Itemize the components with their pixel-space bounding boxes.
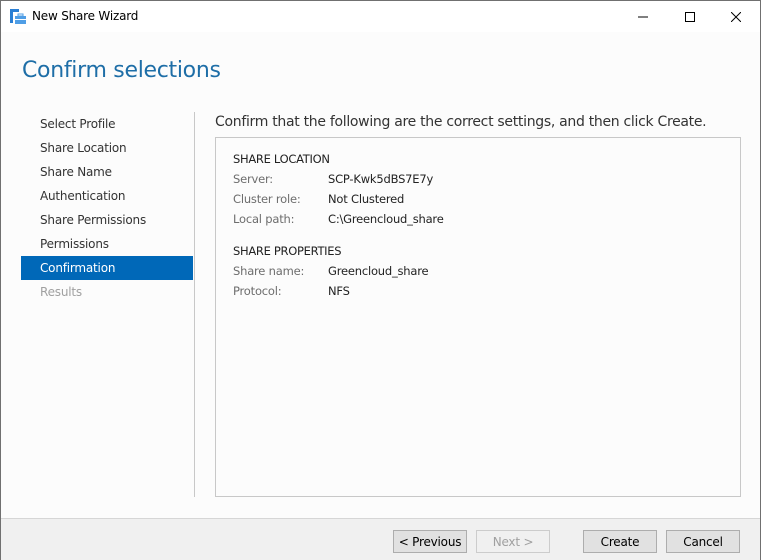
- next-button: Next >: [476, 530, 550, 553]
- wizard-footer: < Previous Next > Create Cancel: [1, 518, 760, 560]
- wizard-steps-nav: Select Profile Share Location Share Name…: [21, 112, 193, 304]
- share-folder-icon: [10, 9, 26, 25]
- window-title: New Share Wizard: [32, 9, 139, 23]
- row-label: Local path:: [233, 212, 295, 226]
- row-label: Protocol:: [233, 284, 282, 298]
- nav-item-share-permissions[interactable]: Share Permissions: [21, 208, 193, 232]
- create-button[interactable]: Create: [583, 530, 657, 553]
- row-label: Server:: [233, 172, 273, 186]
- close-icon: [730, 7, 742, 26]
- confirmation-summary: SHARE LOCATION Server: SCP-Kwk5dBS7E7y C…: [215, 137, 741, 497]
- row-value: NFS: [328, 284, 350, 298]
- page-title: Confirm selections: [22, 58, 221, 83]
- instruction-text: Confirm that the following are the corre…: [215, 114, 707, 130]
- minimize-button[interactable]: [620, 1, 666, 32]
- row-label: Share name:: [233, 264, 305, 278]
- row-value: SCP-Kwk5dBS7E7y: [328, 172, 434, 186]
- nav-item-authentication[interactable]: Authentication: [21, 184, 193, 208]
- title-bar[interactable]: New Share Wizard: [1, 1, 760, 32]
- cancel-button[interactable]: Cancel: [666, 530, 740, 553]
- previous-button[interactable]: < Previous: [393, 530, 467, 553]
- new-share-wizard-window: New Share Wizard Confirm selections Sele…: [0, 0, 761, 560]
- nav-divider: [194, 112, 195, 497]
- nav-item-select-profile[interactable]: Select Profile: [21, 112, 193, 136]
- row-value: Greencloud_share: [328, 264, 429, 278]
- section-header-share-properties: SHARE PROPERTIES: [233, 244, 342, 258]
- nav-item-share-location[interactable]: Share Location: [21, 136, 193, 160]
- nav-item-permissions[interactable]: Permissions: [21, 232, 193, 256]
- nav-item-share-name[interactable]: Share Name: [21, 160, 193, 184]
- maximize-button[interactable]: [667, 1, 713, 32]
- nav-item-results: Results: [40, 285, 82, 299]
- minimize-icon: [638, 7, 648, 26]
- maximize-icon: [685, 7, 695, 26]
- section-header-share-location: SHARE LOCATION: [233, 152, 330, 166]
- nav-item-confirmation[interactable]: Confirmation: [21, 256, 193, 280]
- row-value: C:\Greencloud_share: [328, 212, 444, 226]
- row-value: Not Clustered: [328, 192, 405, 206]
- close-button[interactable]: [713, 1, 759, 32]
- row-label: Cluster role:: [233, 192, 301, 206]
